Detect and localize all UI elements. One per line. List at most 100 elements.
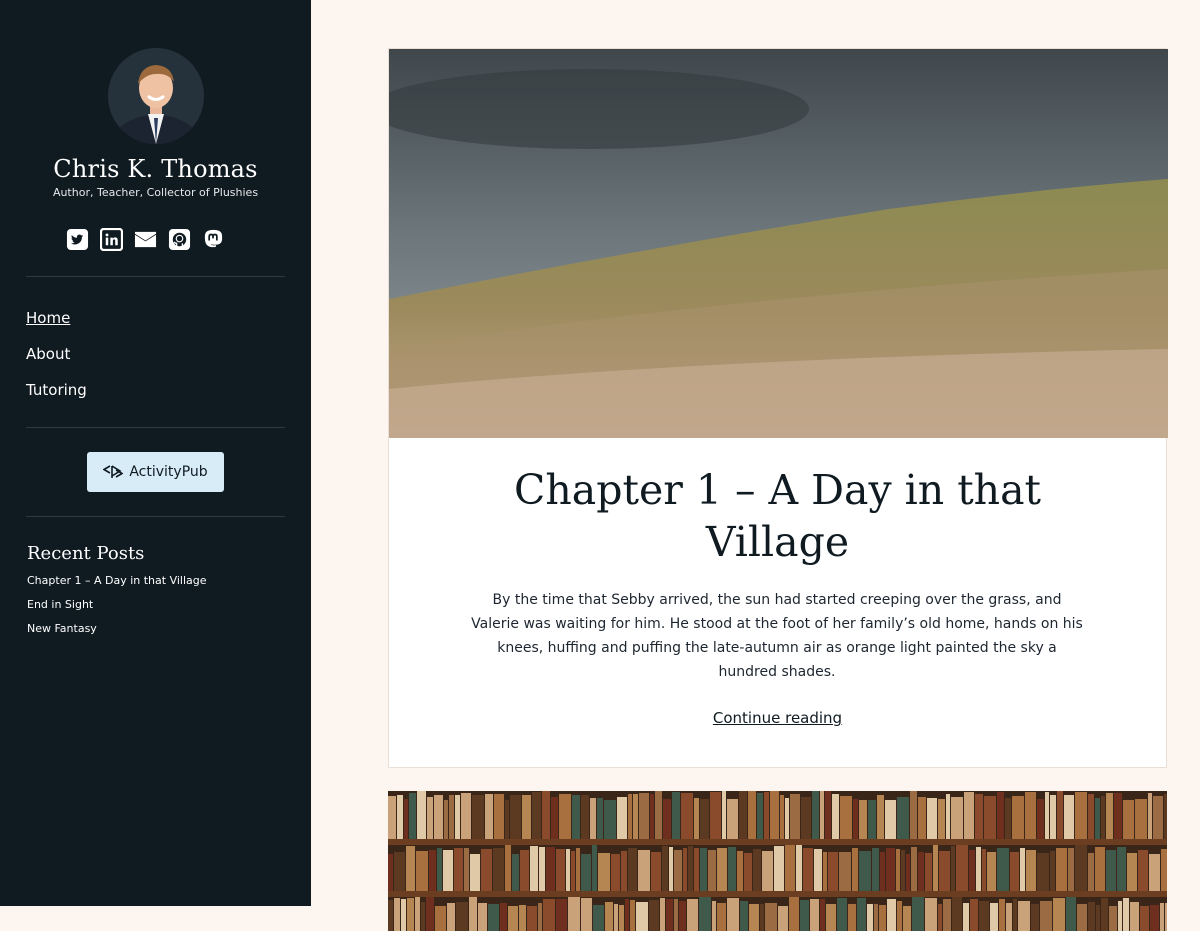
book-spine — [683, 848, 687, 891]
book-spine — [906, 854, 910, 891]
nav-item-tutoring[interactable]: Tutoring — [26, 380, 87, 416]
bookshelf-image — [388, 791, 1167, 931]
book-spine — [416, 851, 428, 891]
book-spine — [464, 848, 469, 891]
sidebar-divider — [26, 516, 285, 517]
book-spine — [814, 849, 822, 891]
book-spine — [737, 851, 743, 891]
book-spine — [764, 792, 769, 839]
book-spine — [789, 897, 799, 931]
activitypub-button[interactable]: ActivityPub — [87, 452, 224, 492]
book-spine — [688, 846, 693, 891]
book-spine — [512, 854, 519, 891]
book-spine — [1160, 903, 1164, 931]
book-spine — [546, 847, 555, 891]
mastodon-icon[interactable] — [202, 228, 225, 251]
book-spine — [1075, 792, 1087, 839]
book-spine — [694, 798, 699, 839]
book-spine — [901, 850, 905, 891]
book-spine — [748, 791, 756, 839]
book-spine — [1031, 904, 1039, 931]
book-spine — [912, 897, 924, 931]
book-spine — [780, 795, 784, 839]
book-spine — [727, 898, 739, 931]
book-spine — [828, 852, 838, 891]
book-spine — [1050, 795, 1056, 839]
book-spine — [417, 791, 426, 839]
book-spine — [639, 793, 649, 839]
book-spine — [749, 904, 759, 931]
book-spine — [449, 795, 454, 839]
nav-item-about[interactable]: About — [26, 344, 87, 380]
book-spine — [1012, 796, 1024, 839]
sidebar-divider — [26, 427, 285, 428]
book-spine — [1148, 793, 1152, 839]
book-spine — [674, 850, 682, 891]
book-spine — [576, 848, 580, 891]
book-spine — [454, 848, 463, 891]
book-spine — [997, 792, 1004, 839]
book-spine — [785, 798, 789, 839]
book-spine — [1088, 902, 1095, 931]
book-spine — [765, 903, 777, 931]
sidebar-divider — [26, 276, 285, 277]
book-spine — [1025, 792, 1036, 839]
book-spine — [447, 903, 455, 931]
book-spine — [461, 793, 471, 839]
book-spine — [951, 797, 963, 839]
book-spine — [1005, 798, 1011, 839]
book-spine — [481, 849, 492, 891]
book-spine — [874, 904, 878, 931]
book-spine — [803, 848, 813, 891]
book-spine — [1057, 791, 1063, 839]
continue-reading-link[interactable]: Continue reading — [389, 709, 1166, 727]
book-spine — [969, 850, 975, 891]
post-featured-image[interactable] — [389, 49, 1168, 438]
book-spine — [997, 848, 1009, 891]
book-spine — [470, 854, 480, 891]
github-icon[interactable] — [168, 228, 191, 251]
email-icon[interactable] — [134, 228, 157, 251]
book-spine — [925, 898, 937, 931]
recent-post-link[interactable]: End in Sight — [27, 598, 207, 622]
book-spine — [859, 851, 871, 891]
book-spine — [388, 900, 393, 931]
recent-post-link[interactable]: New Fantasy — [27, 622, 207, 646]
book-spine — [429, 850, 436, 891]
book-spine — [630, 900, 635, 931]
book-spine — [520, 850, 529, 891]
book-spine — [896, 849, 900, 891]
linkedin-icon[interactable] — [100, 228, 123, 251]
book-spine — [796, 845, 802, 891]
nav-item-home[interactable]: Home — [26, 308, 87, 344]
book-spine — [757, 793, 763, 839]
book-spine — [774, 846, 784, 891]
book-spine — [488, 904, 499, 931]
social-links — [66, 228, 225, 251]
site-title[interactable]: Chris K. Thomas — [0, 155, 311, 183]
book-spine — [572, 795, 580, 839]
book-spine — [872, 848, 879, 891]
book-spine — [885, 800, 896, 839]
next-post-image[interactable] — [388, 791, 1167, 931]
book-spine — [1088, 794, 1094, 839]
book-spine — [662, 846, 668, 891]
book-spine — [918, 797, 926, 839]
twitter-icon[interactable] — [66, 228, 89, 251]
book-spine — [542, 791, 550, 839]
book-spine — [485, 794, 493, 839]
book-spine — [739, 791, 747, 839]
book-spine — [469, 897, 477, 931]
main-nav: Home About Tutoring — [26, 308, 87, 416]
book-spine — [493, 848, 504, 891]
book-spine — [628, 848, 637, 891]
book-spine — [649, 900, 659, 931]
book-spine — [592, 845, 597, 891]
book-spine — [568, 897, 580, 931]
book-spine — [946, 794, 950, 839]
post-title[interactable]: Chapter 1 – A Day in that Village — [449, 464, 1106, 568]
recent-post-link[interactable]: Chapter 1 – A Day in that Village — [27, 574, 207, 598]
book-spine — [823, 852, 827, 891]
book-spine — [571, 851, 575, 891]
avatar[interactable] — [108, 48, 204, 144]
